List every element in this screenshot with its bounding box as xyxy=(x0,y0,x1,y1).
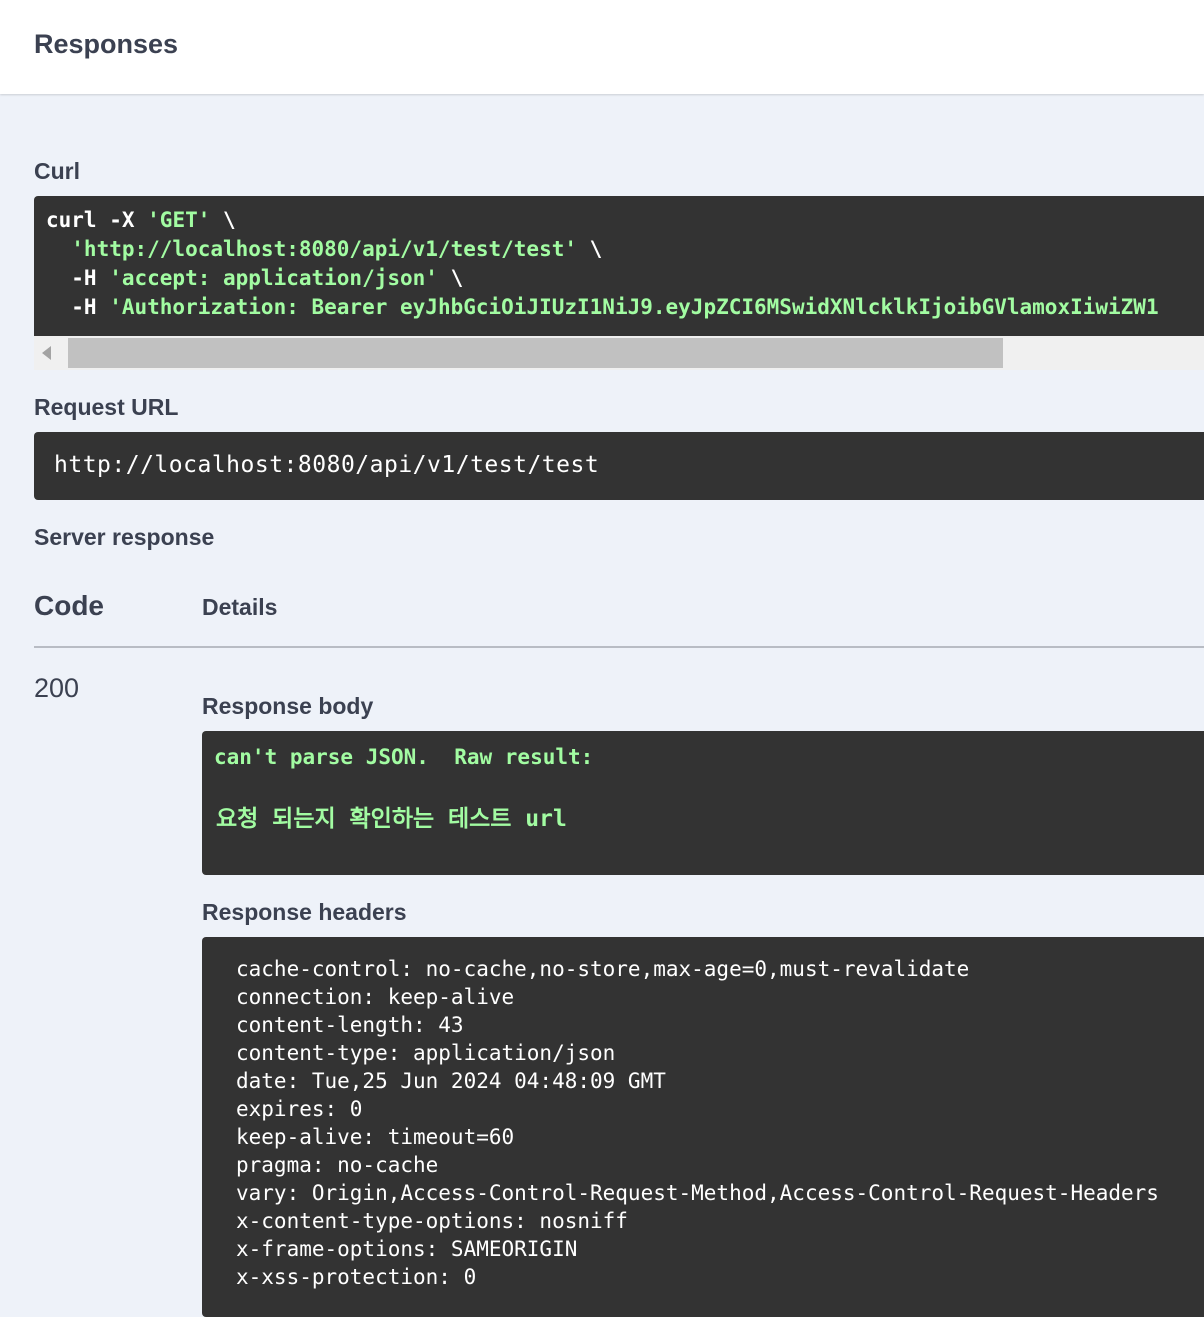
response-header-line: date: Tue,25 Jun 2024 04:48:09 GMT xyxy=(236,1069,666,1093)
curl-line-3: -H 'accept: application/json' \ xyxy=(46,266,463,290)
response-body-label: Response body xyxy=(202,693,374,719)
curl-label: Curl xyxy=(34,158,80,184)
response-header-line: connection: keep-alive xyxy=(236,985,515,1009)
curl-line-4-header: 'Authorization: Bearer eyJhbGciOiJIUzI1N… xyxy=(109,295,1159,319)
scrollbar-thumb[interactable] xyxy=(68,338,1003,368)
column-header-details: Details xyxy=(202,594,278,620)
response-header-line: keep-alive: timeout=60 xyxy=(236,1125,515,1149)
curl-line-4-flag: -H xyxy=(46,295,110,319)
request-url-label: Request URL xyxy=(34,394,179,420)
request-url-value: http://localhost:8080/api/v1/test/test xyxy=(54,452,600,478)
table-header-divider xyxy=(34,646,1204,648)
column-header-code: Code xyxy=(34,590,104,621)
response-headers-block[interactable]: cache-control: no-cache,no-store,max-age… xyxy=(202,937,1204,1317)
response-header-line: content-type: application/json xyxy=(236,1041,616,1065)
curl-line-3-header: 'accept: application/json' xyxy=(109,266,438,290)
response-status-code: 200 xyxy=(34,673,80,703)
curl-line-1: curl -X 'GET' \ xyxy=(46,208,236,232)
response-header-line: cache-control: no-cache,no-store,max-age… xyxy=(236,957,970,981)
curl-line-1-cmd: curl -X xyxy=(46,208,148,232)
response-body-line-1: can't parse JSON. Raw result: xyxy=(214,745,593,769)
response-header-line: x-xss-protection: 0 xyxy=(236,1265,477,1289)
response-body-block[interactable]: can't parse JSON. Raw result: 요청 되는지 확인하… xyxy=(202,731,1204,875)
response-header-line: x-frame-options: SAMEORIGIN xyxy=(236,1237,578,1261)
curl-line-2-continuation: \ xyxy=(577,237,603,261)
curl-line-2-url: 'http://localhost:8080/api/v1/test/test' xyxy=(46,237,578,261)
curl-line-3-continuation: \ xyxy=(437,266,464,290)
curl-line-1-continuation: \ xyxy=(210,208,236,232)
curl-horizontal-scrollbar[interactable] xyxy=(34,336,1204,370)
response-header-line: content-length: 43 xyxy=(236,1013,464,1037)
responses-title: Responses xyxy=(34,29,179,59)
curl-line-1-method: 'GET' xyxy=(147,208,211,232)
scroll-left-arrow-icon[interactable] xyxy=(42,346,51,360)
response-headers-label: Response headers xyxy=(202,899,407,925)
response-header-line: x-content-type-options: nosniff xyxy=(236,1209,628,1233)
response-header-line: expires: 0 xyxy=(236,1097,363,1121)
curl-line-2: 'http://localhost:8080/api/v1/test/test'… xyxy=(46,237,602,261)
server-response-label: Server response xyxy=(34,524,215,550)
request-url-block[interactable]: http://localhost:8080/api/v1/test/test xyxy=(34,432,1204,500)
curl-line-4: -H 'Authorization: Bearer eyJhbGciOiJIUz… xyxy=(46,295,1159,319)
response-body-parse-message: can't parse JSON. Raw result: xyxy=(214,745,594,769)
response-header-line: pragma: no-cache xyxy=(236,1153,439,1177)
response-body-line-2: 요청 되는지 확인하는 테스트 url xyxy=(216,806,567,832)
responses-header: Responses xyxy=(0,0,1204,94)
response-header-line: vary: Origin,Access-Control-Request-Meth… xyxy=(236,1181,1159,1205)
curl-line-3-flag: -H xyxy=(46,266,110,290)
curl-code-block[interactable]: curl -X 'GET' \ 'http://localhost:8080/a… xyxy=(34,196,1204,336)
